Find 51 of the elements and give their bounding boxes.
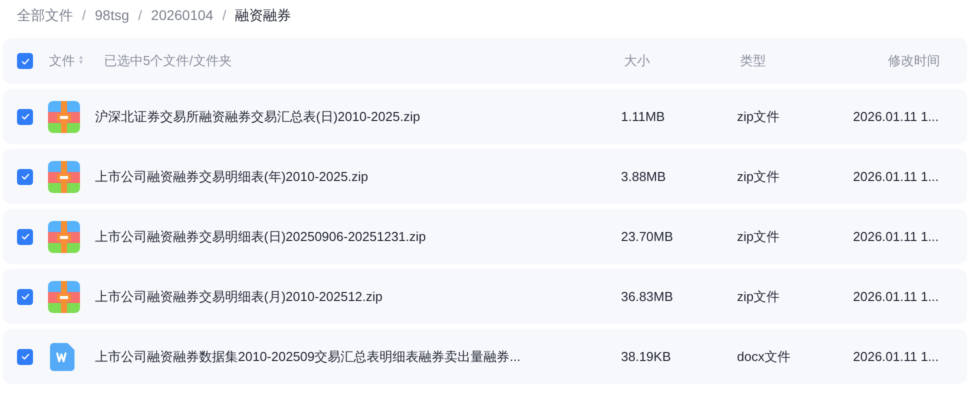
column-header: 修改时间 <box>887 52 941 70</box>
file-type: zip文件 <box>737 108 781 126</box>
checkbox[interactable] <box>17 168 33 184</box>
breadcrumb-separator: / <box>82 6 86 24</box>
modified-time: 2026.01.11 1... <box>853 228 940 246</box>
file-size: 3.88MB <box>621 168 667 186</box>
file-name[interactable]: 上市公司融资融券数据集2010-202509交易汇总表明细表融券卖出量融券... <box>95 346 621 366</box>
file-name[interactable]: 上市公司融资融券交易明细表(年)2010-2025.zip <box>95 166 621 186</box>
file-row[interactable]: 上市公司融资融券交易明细表(日)20250906-20251231.zip 23.70MB zip文件 2026.01.11 1... <box>3 209 967 264</box>
check-icon <box>20 351 30 362</box>
column-header: 类型 <box>740 52 767 70</box>
breadcrumb-separator: / <box>138 6 142 24</box>
check-icon <box>20 291 30 302</box>
breadcrumb-link[interactable]: 全部文件 <box>17 4 73 26</box>
file-row[interactable]: 上市公司融资融券交易明细表(年)2010-2025.zip 3.88MB zip文件 2026.01.11 1... <box>3 149 967 204</box>
file-size: 1.11MB <box>621 108 666 126</box>
breadcrumb-link[interactable]: 20260104 <box>151 4 214 26</box>
breadcrumb-link[interactable]: 98tsg <box>94 4 130 26</box>
archive-icon <box>48 100 80 132</box>
checkbox[interactable] <box>17 53 33 69</box>
file-row[interactable]: 沪深北证券交易所融资融券交易汇总表(日)2010-2025.zip 1.11MB zip文件 2026.01.11 1... <box>3 89 967 144</box>
archive-icon <box>48 220 80 252</box>
checkbox[interactable] <box>17 228 33 244</box>
file-name[interactable]: 上市公司融资融券交易明细表(月)2010-202512.zip <box>95 286 621 306</box>
file-type: zip文件 <box>737 288 781 306</box>
file-size: 23.70MB <box>621 228 674 246</box>
file-row[interactable]: 上市公司融资融券数据集2010-202509交易汇总表明细表融券卖出量融券... 38.19KB docx文件 2026.01.11 1... <box>3 329 967 384</box>
file-name[interactable]: 沪深北证券交易所融资融券交易汇总表(日)2010-2025.zip <box>95 106 621 126</box>
checkbox[interactable] <box>17 108 33 124</box>
file-row[interactable]: 上市公司融资融券交易明细表(月)2010-202512.zip 36.83MB zip文件 2026.01.11 1... <box>3 269 967 324</box>
archive-icon <box>48 280 80 312</box>
modified-time: 2026.01.11 1... <box>853 168 940 186</box>
checkbox[interactable] <box>17 348 33 364</box>
file-name[interactable]: 上市公司融资融券交易明细表(日)20250906-20251231.zip <box>95 226 621 246</box>
file-size: 36.83MB <box>621 288 674 306</box>
modified-time: 2026.01.11 1... <box>853 348 940 366</box>
file-size: 38.19KB <box>621 348 672 366</box>
column-header: 大小 <box>624 52 651 70</box>
selection-count: 已选中5个文件/文件夹 <box>104 52 233 70</box>
modified-time: 2026.01.11 1... <box>853 288 940 306</box>
archive-icon <box>48 160 80 192</box>
checkbox[interactable] <box>17 288 33 304</box>
check-icon <box>20 231 30 242</box>
breadcrumb-separator: / <box>222 6 226 24</box>
check-icon <box>20 171 30 182</box>
file-type: zip文件 <box>737 228 781 246</box>
check-icon <box>20 111 30 122</box>
breadcrumb-link[interactable]: 融资融券 <box>235 4 292 26</box>
file-type: zip文件 <box>737 168 781 186</box>
file-type: docx文件 <box>737 348 792 366</box>
modified-time: 2026.01.11 1... <box>853 108 940 126</box>
